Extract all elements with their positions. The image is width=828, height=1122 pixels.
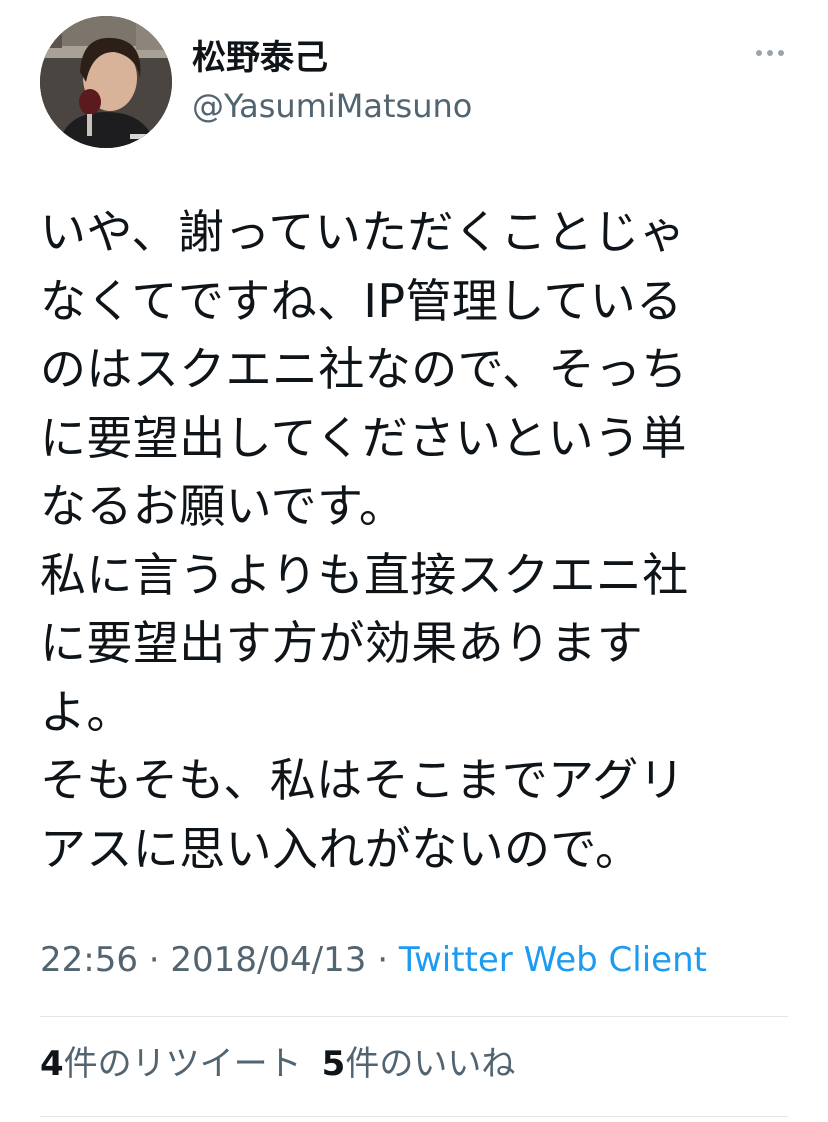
avatar[interactable]	[40, 16, 172, 148]
meta-separator: ·	[366, 940, 399, 980]
tweet-line: 私に言うよりも直接スクエニ社	[40, 547, 689, 602]
more-dot	[778, 50, 784, 56]
divider	[40, 1116, 788, 1117]
divider	[40, 1016, 788, 1017]
more-horizontal-icon[interactable]	[756, 50, 784, 56]
tweet-line: よ。	[40, 684, 133, 739]
author-handle[interactable]: @YasumiMatsuno	[192, 86, 472, 126]
tweet-meta: 22:56 · 2018/04/13 · Twitter Web Client	[40, 938, 707, 982]
tweet-line: なくてですね、IP管理している	[40, 273, 683, 328]
tweet-text: いや、謝っていただくことじゃ なくてですね、IP管理している のはスクエニ社なの…	[40, 198, 800, 883]
like-label: 件のいいね	[345, 1044, 516, 1084]
tweet-header: 松野泰己 @YasumiMatsuno	[40, 16, 790, 148]
tweet-line: に要望出してくださいという単	[40, 410, 687, 465]
tweet-line: のはスクエニ社なので、そっち	[40, 342, 688, 396]
tweet-line: アスに思い入れがないので。	[40, 821, 642, 876]
tweet-date[interactable]: 2018/04/13	[170, 940, 366, 980]
meta-separator: ·	[137, 940, 171, 980]
retweet-count: 4	[40, 1044, 64, 1084]
more-dot	[756, 50, 762, 56]
retweet-label: 件のリツイート	[63, 1044, 302, 1084]
author-name[interactable]: 松野泰己	[192, 38, 328, 78]
likes-stat[interactable]: 5件のいいね	[322, 1044, 516, 1084]
more-dot	[767, 50, 773, 56]
engagement-stats: 4件のリツイート 5件のいいね	[40, 1042, 515, 1086]
retweets-stat[interactable]: 4件のリツイート	[40, 1044, 302, 1084]
client-link[interactable]: Twitter Web Client	[399, 940, 707, 980]
tweet-line: いや、謝っていただくことじゃ	[40, 205, 686, 259]
tweet-line: そもそも、私はそこまでアグリ	[40, 753, 685, 807]
tweet-line: に要望出す方が効果あります	[40, 616, 644, 670]
tweet-time[interactable]: 22:56	[40, 940, 138, 980]
tweet-line: なるお願いです。	[40, 479, 406, 533]
like-count: 5	[321, 1044, 346, 1084]
